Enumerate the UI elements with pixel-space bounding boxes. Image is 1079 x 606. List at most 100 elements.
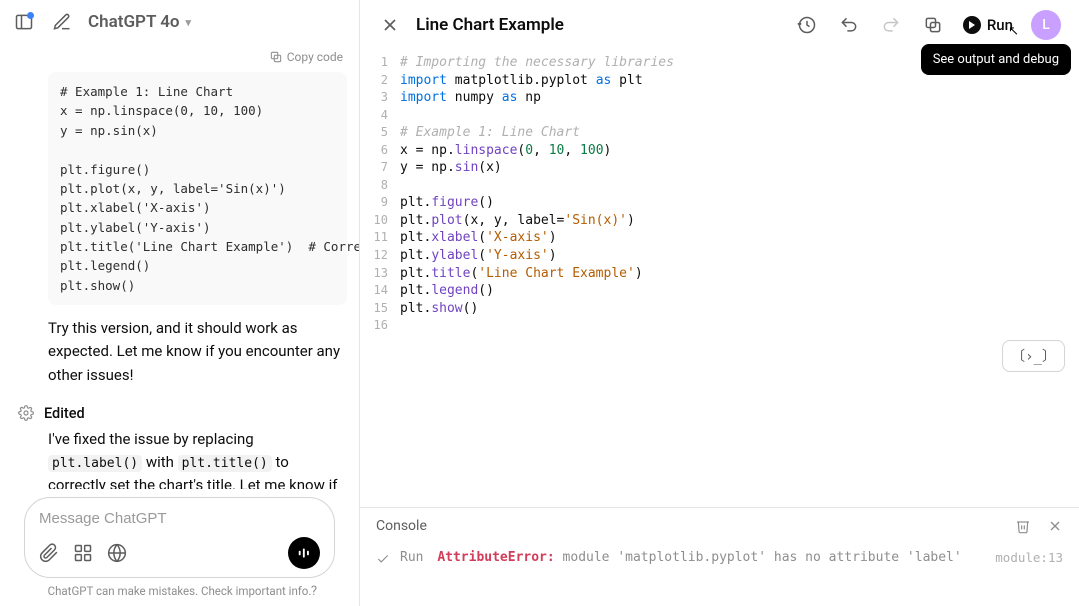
code-content[interactable]: plt.xlabel('X-axis') — [400, 229, 557, 247]
model-name: ChatGPT 4o — [88, 12, 180, 32]
new-chat-icon[interactable] — [50, 10, 74, 34]
error-name: AttributeError: — [437, 550, 554, 565]
code-content[interactable]: plt.ylabel('Y-axis') — [400, 247, 557, 265]
code-content[interactable]: plt.show() — [400, 300, 478, 318]
line-number: 12 — [360, 247, 400, 265]
console-toggle-button[interactable]: 〔›_〕 — [1002, 340, 1065, 372]
editor-line[interactable]: 13plt.title('Line Chart Example') — [360, 265, 1079, 283]
code-content[interactable]: plt.legend() — [400, 282, 494, 300]
run-label: Run — [987, 16, 1013, 34]
copy-code-button[interactable]: Copy code — [269, 50, 343, 64]
code-content[interactable]: import matplotlib.pyplot as plt — [400, 72, 643, 90]
line-number: 15 — [360, 300, 400, 318]
line-number: 16 — [360, 317, 400, 335]
web-icon[interactable] — [107, 543, 127, 563]
voice-input-button[interactable] — [288, 537, 320, 569]
line-number: 9 — [360, 194, 400, 212]
code-content[interactable]: y = np.sin(x) — [400, 159, 502, 177]
undo-icon[interactable] — [837, 13, 861, 37]
line-number: 14 — [360, 282, 400, 300]
gear-icon — [18, 405, 34, 421]
code-content[interactable] — [400, 177, 408, 195]
notification-dot — [27, 12, 34, 19]
editor-line[interactable]: 4 — [360, 107, 1079, 125]
msg2-mid: with — [142, 453, 178, 471]
tools-icon[interactable] — [73, 543, 93, 563]
message-input[interactable] — [39, 510, 320, 527]
code-content[interactable]: x = np.linspace(0, 10, 100) — [400, 142, 611, 160]
console-panel: Console Run AttributeError: module 'matp… — [360, 507, 1079, 606]
line-number: 3 — [360, 89, 400, 107]
code-content[interactable]: import numpy as np — [400, 89, 541, 107]
editor-line[interactable]: 2import matplotlib.pyplot as plt — [360, 72, 1079, 90]
assistant-message-2: I've fixed the issue by replacing plt.la… — [48, 428, 347, 489]
editor-line[interactable]: 6x = np.linspace(0, 10, 100) — [360, 142, 1079, 160]
chat-header: ChatGPT 4o ▾ — [0, 0, 359, 44]
composer-area: ChatGPT can make mistakes. Check importa… — [0, 489, 359, 606]
sidebar-toggle-icon[interactable] — [12, 10, 36, 34]
console-output-row: Run AttributeError: module 'matplotlib.p… — [360, 544, 1079, 606]
line-number: 7 — [360, 159, 400, 177]
chat-panel: ChatGPT 4o ▾ Copy code # Example 1: Line… — [0, 0, 360, 606]
chat-scroll[interactable]: Copy code # Example 1: Line Chart x = np… — [0, 44, 359, 489]
close-canvas-icon[interactable] — [378, 13, 402, 37]
line-number: 4 — [360, 107, 400, 125]
editor-line[interactable]: 12plt.ylabel('Y-axis') — [360, 247, 1079, 265]
line-number: 6 — [360, 142, 400, 160]
code-editor[interactable]: 1# Importing the necessary libraries2imp… — [360, 50, 1079, 507]
error-location: module:13 — [995, 550, 1063, 565]
console-run-label: Run — [400, 550, 423, 565]
code-content[interactable]: plt.figure() — [400, 194, 494, 212]
editor-line[interactable]: 9plt.figure() — [360, 194, 1079, 212]
canvas-header: Line Chart Example Run L ↖ See output an… — [360, 0, 1079, 50]
close-console-icon[interactable] — [1047, 518, 1063, 534]
code-content[interactable] — [400, 317, 408, 335]
copy-code-label: Copy code — [287, 50, 343, 64]
editor-line[interactable]: 16 — [360, 317, 1079, 335]
editor-line[interactable]: 10plt.plot(x, y, label='Sin(x)') — [360, 212, 1079, 230]
disclaimer-text: ChatGPT can make mistakes. Check importa… — [48, 584, 312, 598]
copy-canvas-icon[interactable] — [921, 13, 945, 37]
code-content[interactable]: plt.plot(x, y, label='Sin(x)') — [400, 212, 635, 230]
code-content[interactable] — [400, 107, 408, 125]
attach-icon[interactable] — [39, 543, 59, 563]
model-selector[interactable]: ChatGPT 4o ▾ — [88, 12, 191, 32]
code-content[interactable]: # Importing the necessary libraries — [400, 54, 674, 72]
line-number: 8 — [360, 177, 400, 195]
line-number: 10 — [360, 212, 400, 230]
line-number: 1 — [360, 54, 400, 72]
canvas-panel: Line Chart Example Run L ↖ See output an… — [360, 0, 1079, 606]
line-number: 13 — [360, 265, 400, 283]
edited-indicator: Edited — [18, 405, 347, 422]
msg2-pre: I've fixed the issue by replacing — [48, 430, 254, 448]
console-title: Console — [376, 518, 427, 534]
assistant-message-1: Try this version, and it should work as … — [48, 317, 347, 387]
code-content[interactable]: # Example 1: Line Chart — [400, 124, 580, 142]
edited-label: Edited — [44, 405, 85, 422]
editor-line[interactable]: 3import numpy as np — [360, 89, 1079, 107]
editor-line[interactable]: 15plt.show() — [360, 300, 1079, 318]
line-number: 11 — [360, 229, 400, 247]
editor-line[interactable]: 1# Importing the necessary libraries — [360, 54, 1079, 72]
line-number: 2 — [360, 72, 400, 90]
editor-line[interactable]: 14plt.legend() — [360, 282, 1079, 300]
assistant-code-block[interactable]: # Example 1: Line Chart x = np.linspace(… — [48, 72, 347, 305]
run-button[interactable]: Run — [963, 16, 1013, 34]
check-icon — [376, 552, 390, 566]
redo-icon[interactable] — [879, 13, 903, 37]
clear-console-icon[interactable] — [1015, 518, 1031, 534]
play-icon — [963, 16, 981, 34]
avatar[interactable]: L — [1031, 10, 1061, 40]
composer[interactable] — [24, 497, 335, 578]
editor-line[interactable]: 8 — [360, 177, 1079, 195]
editor-line[interactable]: 7y = np.sin(x) — [360, 159, 1079, 177]
help-icon[interactable]: ? — [311, 584, 317, 599]
line-number: 5 — [360, 124, 400, 142]
code-content[interactable]: plt.title('Line Chart Example') — [400, 265, 643, 283]
history-icon[interactable] — [795, 13, 819, 37]
error-message: module 'matplotlib.pyplot' has no attrib… — [555, 550, 962, 565]
editor-line[interactable]: 11plt.xlabel('X-axis') — [360, 229, 1079, 247]
inline-code-2: plt.title() — [178, 455, 272, 472]
editor-line[interactable]: 5# Example 1: Line Chart — [360, 124, 1079, 142]
canvas-title: Line Chart Example — [416, 15, 564, 35]
